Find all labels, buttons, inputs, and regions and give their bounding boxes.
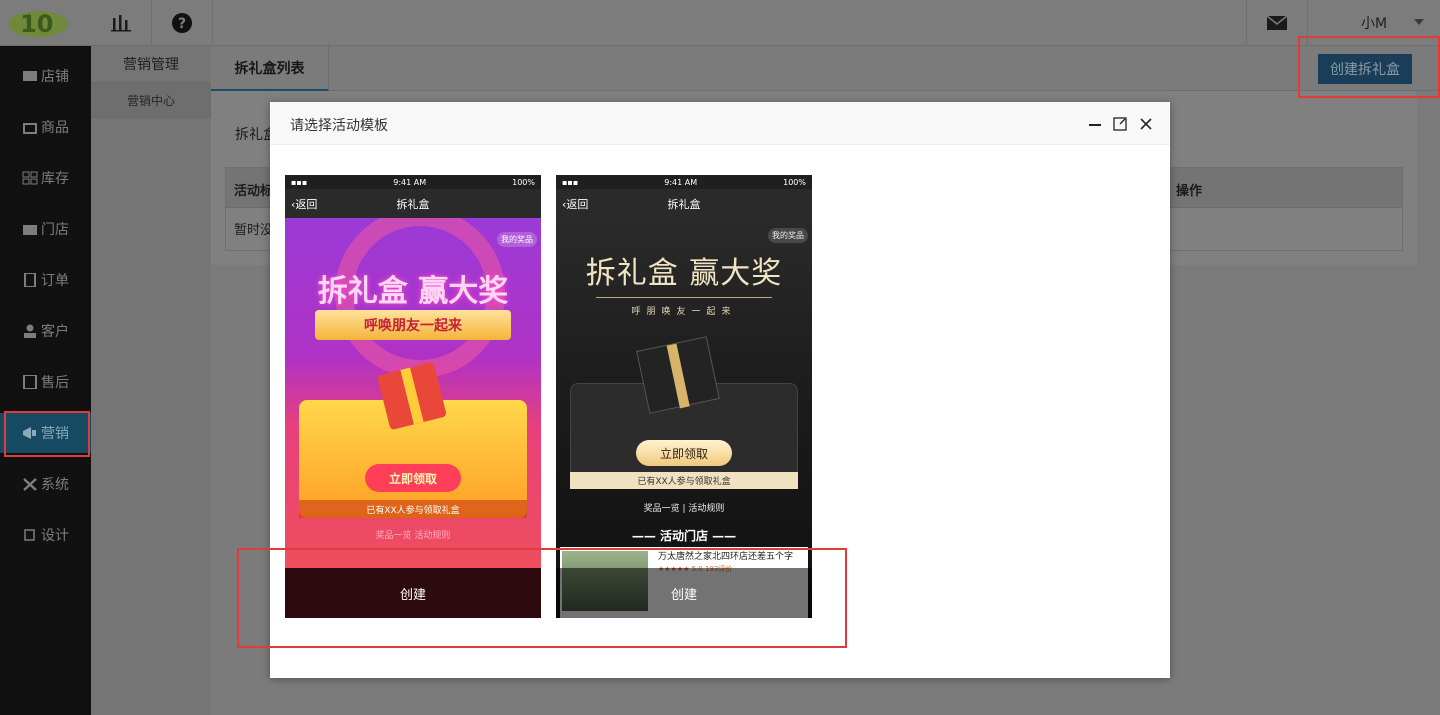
preview-links: 奖品一览 | 活动规则 [643, 504, 725, 514]
phone-nav-bar: ‹返回 拆礼盒 [285, 189, 541, 218]
create-button-highlight-box [1298, 36, 1440, 98]
customer-icon [22, 324, 38, 338]
preview-headline: 拆礼盒 赢大奖 [317, 274, 509, 309]
subnav-title: 营销管理 [123, 57, 179, 73]
question-icon: ? [172, 13, 192, 33]
sidebar-item-aftersale[interactable]: 售后 [0, 362, 91, 402]
store-icon [22, 69, 38, 83]
sidebar-item-product[interactable]: 商品 [0, 107, 91, 147]
stats-button[interactable] [91, 0, 152, 46]
create-buttons-highlight-box [237, 548, 847, 648]
sidebar-item-label: 门店 [41, 222, 69, 238]
phone-nav-title: 拆礼盒 [396, 197, 430, 211]
tab-giftbox-list[interactable]: 拆礼盒列表 [211, 46, 329, 91]
aftersale-icon [22, 374, 38, 390]
sidebar-item-inventory[interactable]: 库存 [0, 158, 91, 198]
phone-status-bar: ▪▪▪ 9:41 AM 100% [556, 175, 812, 189]
chevron-down-icon [1414, 19, 1424, 25]
sidebar-item-design[interactable]: 设计 [0, 515, 91, 555]
status-battery: 100% [783, 177, 806, 187]
sidebar-item-label: 店铺 [41, 69, 69, 85]
preview-store-heading: —— 活动门店 —— [631, 529, 737, 543]
sidebar-item-label: 库存 [41, 171, 69, 187]
product-icon [22, 120, 38, 134]
status-battery: 100% [512, 177, 535, 187]
close-icon[interactable] [1137, 115, 1155, 133]
sidebar-highlight-box [4, 411, 90, 457]
order-icon [22, 272, 38, 288]
preview-headline: 拆礼盒 赢大奖 [585, 256, 783, 291]
back-label: ‹返回 [291, 197, 318, 211]
preview-ribbon: 呼唤朋友一起来 [315, 310, 511, 340]
sidebar-item-shop[interactable]: 门店 [0, 209, 91, 249]
status-time: 9:41 AM [664, 177, 698, 187]
sidebar-item-label: 设计 [41, 528, 69, 544]
preview-links: 奖品一览 活动规则 [375, 531, 451, 541]
preview-subline: 呼朋唤友一起来 [631, 307, 737, 317]
modal-title: 请选择活动模板 [290, 118, 388, 134]
bar-chart-icon [111, 15, 131, 32]
shop-icon [22, 222, 38, 236]
phone-status-bar: ▪▪▪ 9:41 AM 100% [285, 175, 541, 189]
phone-nav-bar: ‹返回 拆礼盒 [556, 189, 812, 218]
status-time: 9:41 AM [393, 177, 427, 187]
sidebar-item-label: 订单 [41, 273, 69, 289]
prize-badge: 我的奖品 [768, 228, 808, 243]
sidebar-item-order[interactable]: 订单 [0, 260, 91, 300]
signal-icon: ▪▪▪ [291, 177, 308, 187]
sidebar-item-system[interactable]: 系统 [0, 464, 91, 504]
tab-bar: 拆礼盒列表 创建拆礼盒 [211, 46, 1440, 91]
subnav-item-marketing-center[interactable]: 营销中心 [91, 82, 211, 118]
subnav: 营销管理 营销中心 [91, 46, 211, 715]
brand-logo[interactable]: 10 [6, 4, 70, 40]
svg-text:10: 10 [20, 10, 53, 38]
sidebar-item-label: 售后 [41, 375, 69, 391]
sidebar: 店铺 商品 库存 门店 订单 客户 售后 营销 系统 设计 [0, 46, 91, 715]
minimize-icon[interactable] [1086, 115, 1104, 133]
sidebar-item-store[interactable]: 店铺 [0, 56, 91, 96]
prize-badge: 我的奖品 [497, 232, 537, 247]
table-header-ops: 操作 [1176, 184, 1203, 199]
help-button[interactable]: ? [152, 0, 213, 46]
tools-icon [22, 477, 38, 491]
table-empty-text: 暂时没 [234, 223, 274, 238]
preview-join-text: 已有XX人参与领取礼盒 [299, 500, 527, 518]
design-icon [22, 528, 38, 542]
modal-header: 请选择活动模板 [270, 102, 1170, 145]
template-preview-art: 我的奖品 拆礼盒 赢大奖 呼唤朋友一起来 立即领取 已有XX人参与领取礼盒 奖品… [285, 218, 541, 568]
phone-nav-title: 拆礼盒 [667, 197, 701, 211]
preview-claim-button: 立即领取 [365, 464, 461, 492]
sidebar-item-customer[interactable]: 客户 [0, 311, 91, 351]
top-bar: 10 ? 小M [0, 0, 1440, 46]
preview-claim-button: 立即领取 [636, 440, 732, 466]
divider [596, 297, 772, 298]
mail-icon [1267, 16, 1287, 30]
back-label: ‹返回 [562, 197, 589, 211]
table-header-name: 活动标 [234, 184, 274, 199]
svg-text:?: ? [178, 16, 186, 32]
user-name: 小M [1360, 16, 1388, 32]
sidebar-item-label: 系统 [41, 477, 69, 493]
sidebar-item-label: 商品 [41, 120, 69, 136]
signal-icon: ▪▪▪ [562, 177, 579, 187]
maximize-icon[interactable] [1111, 115, 1129, 133]
inventory-icon [22, 171, 38, 185]
sidebar-item-label: 客户 [41, 324, 69, 340]
preview-join-text: 已有XX人参与领取礼盒 [570, 472, 798, 489]
